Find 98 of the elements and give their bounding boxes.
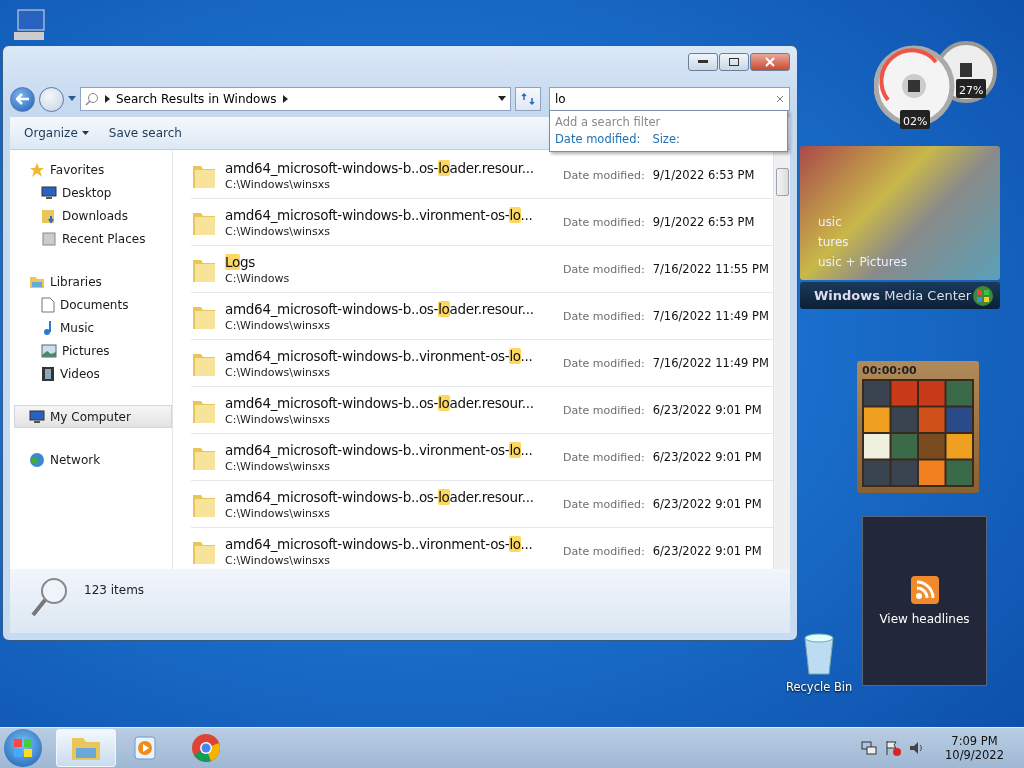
- media-center-title[interactable]: Windows Media Center: [814, 288, 972, 303]
- address-text: Search Results in Windows: [116, 92, 277, 106]
- file-path: C:\Windows\winsxs: [225, 459, 331, 473]
- chevron-icon: [282, 95, 288, 103]
- date-value: 7/16/2022 11:49 PM: [652, 309, 769, 323]
- start-button[interactable]: [4, 729, 42, 767]
- date-label: Date modified:: [563, 403, 645, 417]
- search-icon: [85, 92, 99, 106]
- taskbar-button[interactable]: [56, 729, 116, 767]
- flag-icon[interactable]: [885, 740, 902, 756]
- puzzle-timer: 00:00:00: [862, 364, 918, 377]
- date-label: Date modified:: [563, 309, 645, 323]
- date-value: 6/23/2022 9:01 PM: [652, 497, 762, 511]
- nav-item[interactable]: Libraries: [14, 270, 172, 293]
- scrollbar[interactable]: [773, 150, 790, 569]
- picture-icon: [41, 343, 57, 358]
- logo-icon: [972, 284, 994, 307]
- address-bar[interactable]: Search Results in Windows: [80, 87, 511, 111]
- nav-item[interactable]: Downloads: [14, 204, 172, 227]
- caret-icon: [81, 130, 89, 136]
- date-label: Date modified:: [563, 544, 645, 558]
- clear-icon[interactable]: [776, 95, 784, 103]
- clock[interactable]: 7:09 PM 10/9/2022: [945, 734, 1004, 762]
- date-value: 7/16/2022 11:55 PM: [652, 262, 769, 276]
- file-path: C:\Windows\winsxs: [225, 177, 331, 191]
- document-icon: [41, 296, 55, 313]
- nav-item[interactable]: Documents: [14, 293, 172, 316]
- file-path: C:\Windows: [225, 271, 291, 285]
- close-button[interactable]: [750, 53, 790, 71]
- logo-icon: [13, 738, 33, 758]
- folder-icon: [29, 274, 45, 289]
- file-path: C:\Windows\winsxs: [225, 365, 331, 379]
- date-value: 7/16/2022 11:49 PM: [652, 356, 769, 370]
- refresh-button[interactable]: [515, 87, 541, 111]
- nav-item[interactable]: Videos: [14, 362, 172, 385]
- nav-item[interactable]: Recent Places: [14, 227, 172, 250]
- file-path: C:\Windows\winsxs: [225, 224, 331, 238]
- minimize-button[interactable]: [688, 53, 718, 71]
- date-value: 9/1/2022 6:53 PM: [652, 168, 755, 182]
- file-path: C:\Windows\winsxs: [225, 506, 331, 520]
- maximize-icon: [729, 58, 739, 66]
- nav-item[interactable]: Network: [14, 448, 172, 471]
- date-label: Date modified:: [563, 215, 645, 229]
- date-label: Date modified:: [563, 450, 645, 464]
- cpu-reading: 02%: [903, 115, 928, 128]
- file-path: C:\Windows\winsxs: [225, 553, 331, 567]
- network-icon[interactable]: [861, 740, 878, 756]
- folder-icon: [41, 207, 57, 224]
- globe-icon: [29, 451, 45, 468]
- item-count: 123 items: [84, 583, 145, 597]
- back-button[interactable]: [10, 86, 35, 112]
- nav-item[interactable]: My Computer: [14, 405, 172, 428]
- nav-item[interactable]: Pictures: [14, 339, 172, 362]
- file-name[interactable]: amd64_microsoft-windows-b..os-loader.resour...: [225, 300, 547, 317]
- back-arrow-icon: [15, 93, 30, 105]
- places-icon: [41, 230, 57, 247]
- rss-icon: [910, 576, 939, 604]
- play-icon: [133, 735, 159, 761]
- chevron-icon: [105, 95, 110, 103]
- toolbar-button[interactable]: Organize: [18, 122, 95, 144]
- date-value: 6/23/2022 9:01 PM: [652, 403, 762, 417]
- maximize-button[interactable]: [719, 53, 749, 71]
- search-filter-link[interactable]: Size:: [652, 132, 680, 146]
- refresh-icon: [521, 92, 535, 106]
- date-label: Date modified:: [563, 168, 645, 182]
- star-icon: [29, 161, 45, 178]
- puzzle-tiles-drawing[interactable]: [862, 379, 974, 487]
- toolbar-button[interactable]: Save search: [102, 122, 188, 144]
- search-filter-link[interactable]: Date modified:: [555, 132, 641, 146]
- date-value: 6/23/2022 9:01 PM: [652, 450, 762, 464]
- caret-icon[interactable]: [498, 96, 506, 102]
- search-field[interactable]: lo: [549, 87, 790, 111]
- recycle-bin-icon[interactable]: [802, 632, 837, 676]
- file-name[interactable]: amd64_microsoft-windows-b..os-loader.resour...: [225, 394, 547, 411]
- date-label: Date modified:: [563, 356, 645, 370]
- nav-item[interactable]: Desktop: [14, 181, 172, 204]
- computer-icon[interactable]: [12, 8, 48, 42]
- file-path: C:\Windows\winsxs: [225, 412, 331, 426]
- memory-reading: 27%: [959, 84, 984, 97]
- date-value: 9/1/2022 6:53 PM: [652, 215, 755, 229]
- minimize-icon: [698, 60, 708, 64]
- date-label: Date modified:: [563, 262, 645, 276]
- filter-hint: Add a search filter: [555, 115, 662, 129]
- browser-icon: [191, 733, 221, 763]
- film-icon: [41, 365, 55, 382]
- nav-item[interactable]: Music: [14, 316, 172, 339]
- file-name[interactable]: amd64_microsoft-windows-b..os-loader.resour...: [225, 159, 547, 176]
- date-value: 6/23/2022 9:01 PM: [652, 544, 762, 558]
- desktop-icon-label[interactable]: Recycle Bin: [786, 680, 853, 694]
- monitor-icon: [29, 409, 45, 424]
- nav-item[interactable]: Favorites: [14, 158, 172, 181]
- date-label: Date modified:: [563, 497, 645, 511]
- close-icon: [765, 57, 775, 67]
- file-name[interactable]: amd64_microsoft-windows-b..os-loader.resour...: [225, 488, 547, 505]
- forward-button[interactable]: [39, 86, 64, 112]
- monitor-icon: [41, 185, 57, 200]
- view-headlines-link[interactable]: View headlines: [879, 612, 970, 626]
- file-path: C:\Windows\winsxs: [225, 318, 331, 332]
